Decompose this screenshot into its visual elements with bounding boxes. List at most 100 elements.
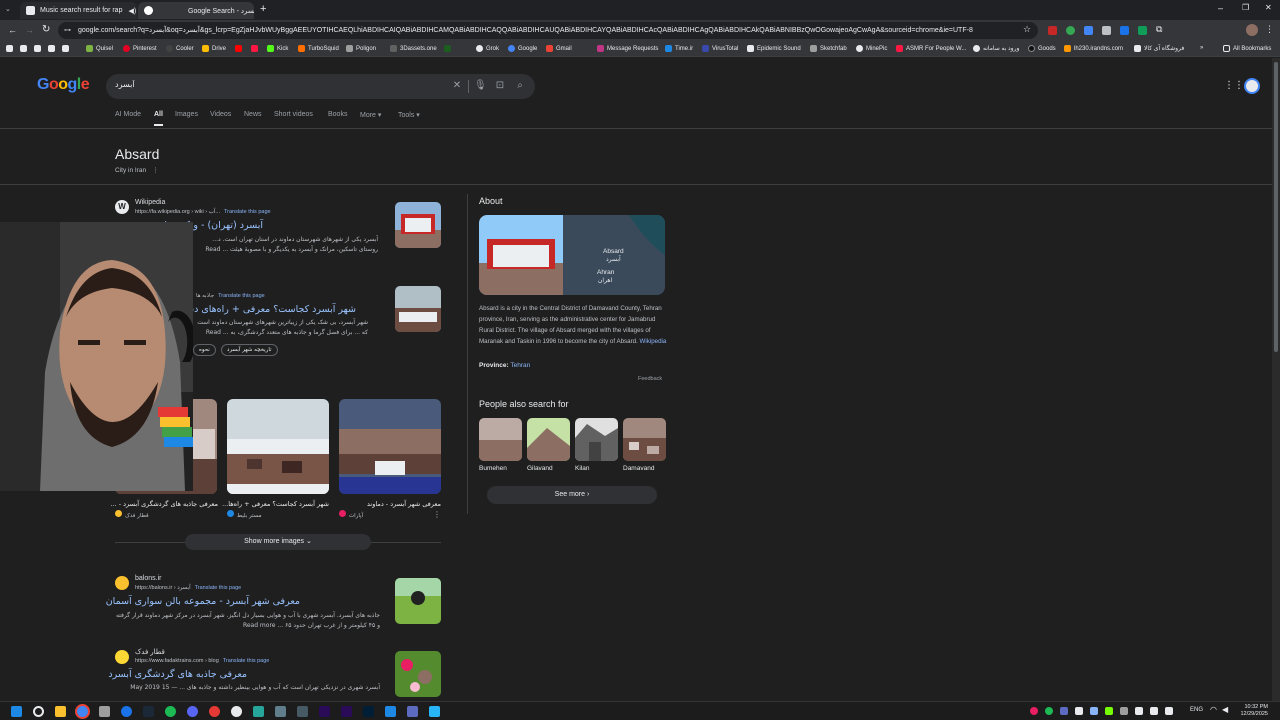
bookmark-sketchfab[interactable]: Sketchfab: [810, 45, 847, 52]
about-media[interactable]: Absard آبسرد Ahran اهران: [479, 215, 665, 295]
result-url[interactable]: https://balons.ir › آبسرد Translate this …: [135, 585, 241, 591]
tray-icon[interactable]: [1165, 707, 1173, 715]
window-close-icon[interactable]: ✕: [1265, 3, 1272, 12]
bookmark-samaneh[interactable]: ورود به سامانه: [973, 45, 1019, 52]
bookmark-time[interactable]: Time.ir: [665, 45, 693, 52]
search-icon[interactable]: [33, 706, 44, 717]
pas-label[interactable]: Kilan: [575, 465, 589, 472]
extension-icon[interactable]: [1120, 26, 1129, 35]
bookmarks-overflow-icon[interactable]: »: [1200, 45, 1203, 51]
app-icon[interactable]: [297, 706, 308, 717]
chip-how[interactable]: نحوه: [193, 344, 216, 356]
back-icon[interactable]: ←: [8, 25, 17, 35]
system-clock[interactable]: 10:32 PM 12/29/2025: [1240, 704, 1268, 718]
bookmark-instagram[interactable]: Message Requests: [597, 45, 658, 52]
result-thumbnail[interactable]: [395, 286, 441, 332]
apps-grid-icon[interactable]: ⋮⋮: [1224, 80, 1244, 91]
menu-kebab-icon[interactable]: ⋮: [1265, 24, 1274, 35]
app-icon[interactable]: [385, 706, 396, 717]
pas-label[interactable]: Damavand: [623, 465, 654, 472]
bookmark-star-icon[interactable]: ☆: [1023, 24, 1031, 35]
app-icon[interactable]: [275, 706, 286, 717]
account-avatar[interactable]: [1244, 78, 1260, 94]
bookmark-grok[interactable]: Grok: [476, 45, 499, 52]
result-thumbnail[interactable]: [395, 578, 441, 624]
tray-icon[interactable]: [1150, 707, 1158, 715]
url-field[interactable]: ⊶ google.com/search?q=آبسرد&oq=آبسرد&gs_…: [58, 22, 1038, 39]
pas-item-kilan[interactable]: [575, 418, 618, 461]
result-url[interactable]: https://fa.wikipedia.org › wiki › آب... T…: [135, 209, 271, 215]
bookmark-icala[interactable]: فروشگاه آی کالا: [1134, 45, 1184, 52]
language-indicator[interactable]: ENG: [1190, 707, 1203, 713]
search-box[interactable]: ✕ 🎙 ⊡ ⌕: [106, 74, 535, 99]
speaker-icon[interactable]: ◀): [128, 7, 136, 15]
tab-videos[interactable]: Videos: [210, 111, 231, 118]
lens-icon[interactable]: ⊡: [494, 80, 506, 92]
bookmark-drive[interactable]: Drive: [202, 45, 226, 52]
app-icon[interactable]: [99, 706, 110, 717]
tray-icon[interactable]: [1045, 707, 1053, 715]
bookmark-item[interactable]: [20, 45, 30, 52]
premiere-icon[interactable]: [341, 706, 352, 717]
bookmark-gmail[interactable]: Gmail: [546, 45, 572, 52]
app-icon[interactable]: [121, 706, 132, 717]
clear-icon[interactable]: ✕: [451, 80, 463, 92]
more-options-icon[interactable]: ⋮: [433, 510, 441, 519]
tab-books[interactable]: Books: [328, 111, 347, 118]
reload-icon[interactable]: ↻: [42, 24, 50, 35]
bookmark-irandns[interactable]: lh230.irandns.com: [1064, 45, 1123, 52]
search-icon[interactable]: ⌕: [514, 80, 526, 92]
bookmark-asmr[interactable]: ASMR For People W...: [896, 45, 966, 52]
bookmark-virustotal[interactable]: VirusTotal: [702, 45, 738, 52]
tab-tools[interactable]: Tools ▾: [398, 111, 420, 119]
image-result[interactable]: [227, 399, 329, 494]
bookmark-3dassets[interactable]: 3Dassets.one: [390, 45, 437, 52]
after-effects-icon[interactable]: [319, 706, 330, 717]
extensions-puzzle-icon[interactable]: ⧉: [1156, 24, 1162, 35]
tab-all[interactable]: All: [154, 111, 163, 118]
file-explorer-icon[interactable]: [55, 706, 66, 717]
result-title-link[interactable]: معرفی شهر آبسرد - مجموعه بالن سواری آسما…: [106, 596, 300, 607]
tab-images[interactable]: Images: [175, 111, 198, 118]
tab-google-search[interactable]: Google Search - آبسرد ✕: [138, 2, 254, 19]
bookmark-red[interactable]: [251, 45, 261, 52]
spotify-icon[interactable]: [165, 706, 176, 717]
discord-icon[interactable]: [187, 706, 198, 717]
tab-more[interactable]: More ▾: [360, 111, 381, 119]
extension-icon[interactable]: [1048, 26, 1057, 35]
tab-short-videos[interactable]: Short videos: [274, 111, 313, 118]
image-result[interactable]: [339, 399, 441, 494]
tray-icon[interactable]: [1135, 707, 1143, 715]
minimize-icon[interactable]: –: [1218, 3, 1223, 13]
bookmark-poligon[interactable]: Poligon: [346, 45, 376, 52]
image-caption[interactable]: معرفی شهر آبسرد - دماوند: [339, 500, 441, 508]
new-tab-icon[interactable]: +: [260, 3, 266, 15]
result-title-link[interactable]: آبسرد (تهران) - ویکی‌پدیا: [164, 220, 263, 231]
bookmark-item[interactable]: [48, 45, 58, 52]
search-input[interactable]: [115, 80, 415, 89]
pas-item-damavand[interactable]: [623, 418, 666, 461]
extension-icon[interactable]: [1084, 26, 1093, 35]
maximize-icon[interactable]: ❐: [1242, 3, 1249, 12]
tray-icon[interactable]: [1030, 707, 1038, 715]
extension-icon[interactable]: [1138, 26, 1147, 35]
bookmark-cooler[interactable]: Cooler: [166, 45, 194, 52]
all-bookmarks[interactable]: All Bookmarks: [1223, 45, 1271, 52]
bookmark-epidemic[interactable]: Epidemic Sound: [747, 45, 801, 52]
bookmark-item[interactable]: [34, 45, 44, 52]
app-icon[interactable]: [253, 706, 264, 717]
bookmark-green[interactable]: [444, 45, 454, 52]
pas-label[interactable]: Gilavand: [527, 465, 553, 472]
result-thumbnail[interactable]: [395, 651, 441, 697]
chip-history[interactable]: تاریخچه شهر آبسرد: [221, 344, 278, 356]
show-more-images-button[interactable]: Show more images ⌄: [185, 534, 371, 550]
tab-music[interactable]: Music search result for rap ◀) ✕: [20, 2, 137, 19]
app-icon[interactable]: [209, 706, 220, 717]
pas-item-gilavand[interactable]: [527, 418, 570, 461]
bookmark-turbosquid[interactable]: TurboSquid: [298, 45, 339, 52]
bookmark-item[interactable]: [62, 45, 72, 52]
tab-news[interactable]: News: [244, 111, 262, 118]
close-icon[interactable]: ✕: [136, 6, 137, 15]
google-logo[interactable]: Google: [37, 76, 90, 94]
chrome-icon[interactable]: [77, 706, 88, 717]
